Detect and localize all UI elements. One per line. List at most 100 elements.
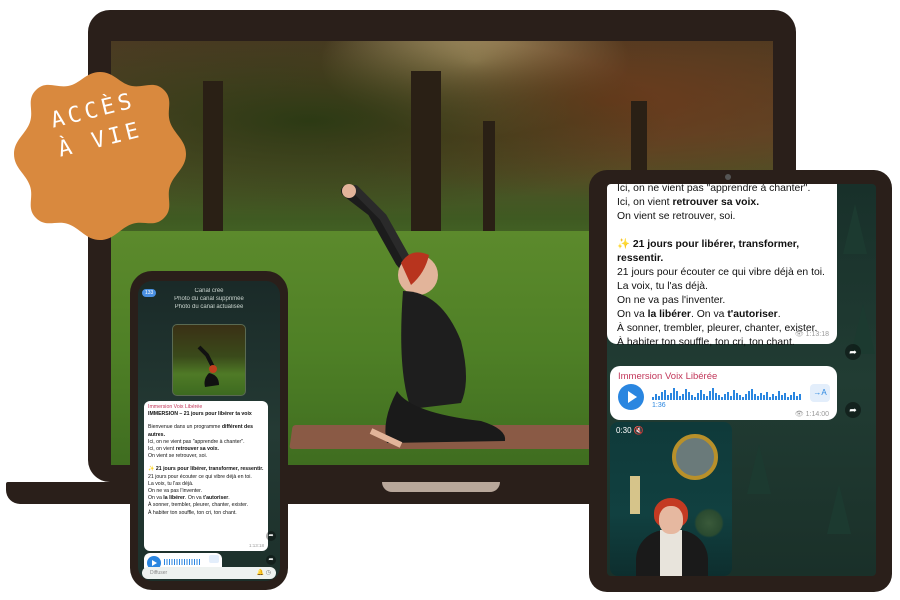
video-duration: 0:30 🔇 bbox=[616, 426, 644, 435]
pine-tree bbox=[747, 444, 771, 494]
waveform-bar bbox=[721, 397, 723, 400]
waveform-bar bbox=[703, 394, 705, 400]
waveform-bar bbox=[706, 396, 708, 400]
audio-timestamp: 👁 1:14:00 bbox=[794, 411, 829, 418]
audio-waveform[interactable] bbox=[164, 559, 200, 565]
waveform-bar bbox=[718, 395, 720, 400]
waveform-bar bbox=[751, 389, 753, 400]
post-line: 21 jours pour écouter ce qui vibre déjà … bbox=[148, 473, 252, 480]
waveform-bar bbox=[682, 394, 684, 400]
eye-icon: 👁 bbox=[794, 331, 806, 338]
waveform-bar bbox=[775, 396, 777, 400]
post-line: On va la libérer. On va t'autoriser. bbox=[617, 309, 781, 320]
post-line: La voix, tu l'as déjà. bbox=[617, 281, 708, 292]
waveform-bar bbox=[778, 391, 780, 400]
waveform-bar bbox=[715, 393, 717, 400]
pine-tree bbox=[843, 204, 867, 254]
post-line: Ici, on vient retrouver sa voix. bbox=[148, 446, 219, 453]
waveform-bar bbox=[787, 397, 789, 400]
waveform-bar bbox=[679, 396, 681, 400]
transcribe-button[interactable]: →A bbox=[810, 384, 830, 402]
channel-name[interactable]: Immersion Voix Libérée bbox=[148, 404, 264, 411]
waveform-bar bbox=[655, 394, 657, 400]
waveform-bar bbox=[799, 394, 801, 400]
waveform-bar bbox=[724, 394, 726, 400]
share-arrow-icon[interactable]: ➦ bbox=[266, 555, 276, 565]
waveform-bar bbox=[766, 392, 768, 400]
waveform-bar bbox=[694, 397, 696, 400]
broadcast-input[interactable]: Diffuser 🔔 ◷ bbox=[142, 567, 276, 579]
singer-scarf bbox=[660, 530, 682, 576]
service-message: Photo du canal supprimée bbox=[174, 296, 244, 302]
waveform-bar bbox=[769, 397, 771, 400]
post-line: Ici, on ne vient pas "apprendre à chante… bbox=[148, 438, 245, 445]
laptop-notch bbox=[382, 482, 500, 492]
waveform-bar bbox=[712, 388, 714, 400]
post-line: On vient se retrouver, soi. bbox=[617, 211, 736, 222]
waveform-bar bbox=[661, 392, 663, 400]
waveform-bar bbox=[742, 397, 744, 400]
waveform-bar bbox=[739, 395, 741, 400]
share-arrow-icon[interactable]: ➦ bbox=[845, 344, 861, 360]
waveform-bar bbox=[652, 397, 654, 400]
post-line: À habiter ton souffle, ton cri, ton chan… bbox=[148, 509, 237, 516]
waveform-bar bbox=[676, 391, 678, 400]
play-icon[interactable] bbox=[618, 384, 644, 410]
waveform-bar bbox=[658, 396, 660, 400]
waveform-bar bbox=[670, 393, 672, 400]
waveform-bar bbox=[763, 395, 765, 400]
voice-message: Immersion Voix Libérée 1:36 →A 👁 1:14:00 bbox=[610, 366, 837, 420]
post-heading: ✨ 21 jours pour libérer, transformer, re… bbox=[617, 239, 800, 264]
waveform-bar bbox=[784, 393, 786, 400]
share-arrow-icon[interactable]: ➦ bbox=[266, 531, 276, 541]
post-title: IMMERSION – 21 jours pour libérer ta voi… bbox=[148, 411, 252, 418]
post-line: On vient se retrouver, soi. bbox=[148, 453, 208, 460]
waveform-bar bbox=[691, 395, 693, 400]
tablet-screen: Ici, on ne vient pas "apprendre à chante… bbox=[607, 184, 876, 576]
post-line: La voix, tu l'as déjà. bbox=[148, 480, 194, 487]
service-message: Photo du canal actualisée bbox=[174, 304, 244, 310]
share-arrow-icon[interactable]: ➦ bbox=[845, 402, 861, 418]
post-heading: ✨ 21 jours pour libérer, transformer, re… bbox=[148, 466, 264, 473]
post-line: À sonner, trembler, pleurer, chanter, ex… bbox=[148, 502, 249, 509]
waveform-bar bbox=[760, 393, 762, 400]
waveform-bar bbox=[790, 395, 792, 400]
waveform-bar bbox=[730, 396, 732, 400]
waveform-bar bbox=[697, 393, 699, 400]
waveform-bar bbox=[772, 394, 774, 400]
bell-clock-icons[interactable]: 🔔 ◷ bbox=[257, 569, 271, 576]
waveform-bar bbox=[745, 394, 747, 400]
waveform-bar bbox=[664, 390, 666, 400]
waveform-bar bbox=[796, 396, 798, 400]
waveform-bar bbox=[733, 390, 735, 400]
channel-name[interactable]: Immersion Voix Libérée bbox=[618, 371, 829, 382]
waveform-bar bbox=[667, 395, 669, 400]
waveform-bar bbox=[709, 391, 711, 400]
waveform-bar bbox=[754, 394, 756, 400]
broadcast-placeholder: Diffuser bbox=[150, 570, 168, 576]
post-line: Ici, on ne vient pas "apprendre à chante… bbox=[617, 184, 811, 194]
phone-header: 133 Canal créé Photo du canal supprimée … bbox=[138, 281, 280, 321]
mute-icon[interactable]: 🔇 bbox=[634, 426, 644, 435]
audio-waveform[interactable] bbox=[652, 388, 802, 400]
channel-photo[interactable] bbox=[172, 324, 246, 396]
post-line: On ne va pas l'inventer. bbox=[148, 488, 203, 495]
post-line: 21 jours pour écouter ce qui vibre déjà … bbox=[617, 267, 825, 278]
transcribe-icon[interactable] bbox=[209, 555, 219, 563]
waveform-bar bbox=[700, 390, 702, 400]
message-timestamp: 👁 1:13:18 bbox=[794, 331, 829, 338]
waveform-bar bbox=[688, 392, 690, 400]
audio-duration: 1:36 bbox=[652, 402, 666, 409]
gold-mirror bbox=[672, 434, 718, 480]
lamp bbox=[630, 476, 640, 514]
service-message: Canal créé bbox=[194, 288, 224, 294]
post-line: On ne va pas l'inventer. bbox=[617, 295, 726, 306]
pine-tree bbox=[827, 484, 851, 534]
post-line: Bienvenue dans un programme différent de… bbox=[148, 424, 253, 438]
waveform-bar bbox=[673, 388, 675, 400]
channel-post: Immersion Voix Libérée IMMERSION – 21 jo… bbox=[144, 401, 268, 551]
waveform-bar bbox=[781, 395, 783, 400]
camera-icon bbox=[725, 174, 731, 180]
waveform-bar bbox=[727, 392, 729, 400]
video-message[interactable]: 0:30 🔇 bbox=[610, 422, 732, 576]
